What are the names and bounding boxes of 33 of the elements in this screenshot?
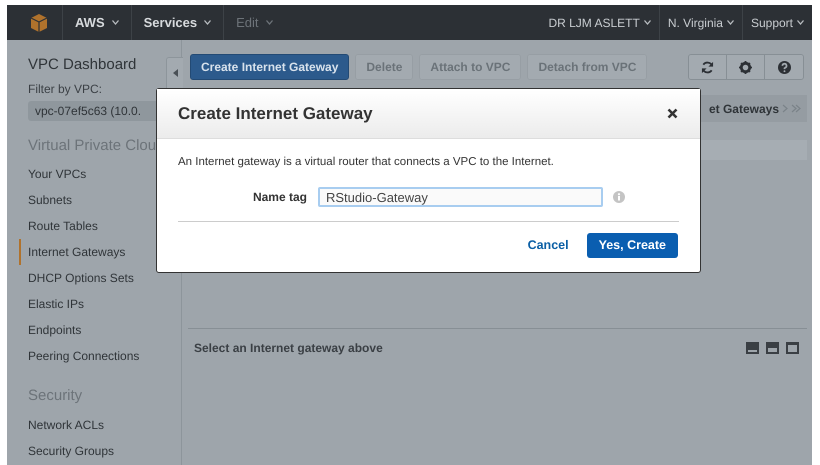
panel-split-icon[interactable] — [766, 342, 779, 354]
refresh-icon — [701, 60, 714, 74]
toolbar-button[interactable]: Create Internet Gateway — [190, 54, 350, 80]
dialog-description: An Internet gateway is a virtual router that connects a VPC to the Internet. — [178, 155, 555, 170]
name-tag-field[interactable]: RStudio-Gateway — [318, 187, 603, 208]
sidebar-item[interactable]: Elastic IPs — [7, 291, 181, 317]
nav-menu[interactable]: DR LJM ASLETT — [540, 5, 659, 40]
caret-down-icon — [797, 20, 804, 25]
caret-down-icon — [266, 20, 273, 25]
panel-top-icon[interactable] — [786, 342, 799, 354]
panel-bottom-icon[interactable] — [746, 342, 759, 354]
breadcrumb-text: et Gateways — [708, 100, 779, 118]
name-tag-label: Name tag — [252, 189, 307, 206]
settings-icon — [739, 60, 752, 74]
yes-create-button[interactable]: Yes, Create — [586, 233, 678, 258]
caret-down-icon — [204, 20, 212, 25]
collapse-tab[interactable] — [166, 57, 183, 89]
close-icon[interactable] — [667, 108, 678, 119]
details-message: Select an Internet gateway above — [194, 340, 383, 357]
sidebar-item[interactable]: Network ACLs — [7, 412, 181, 438]
caret-left-icon — [172, 69, 178, 77]
caret-down-icon — [112, 20, 119, 25]
filter-label: Filter by VPC: — [28, 80, 102, 98]
sidebar-title: VPC Dashboard — [28, 55, 136, 75]
cancel-link[interactable]: Cancel — [528, 236, 569, 256]
caret-down-icon — [644, 20, 651, 25]
cube-icon[interactable] — [30, 12, 48, 32]
sidebar-item[interactable]: DHCP Options Sets — [7, 265, 181, 291]
caret-down-icon — [726, 20, 734, 25]
sidebar-item[interactable]: Endpoints — [7, 317, 181, 343]
help-icon — [778, 60, 790, 74]
sidebar-item[interactable]: Security Groups — [7, 438, 181, 464]
sidebar-item[interactable]: Peering Connections — [7, 343, 181, 369]
